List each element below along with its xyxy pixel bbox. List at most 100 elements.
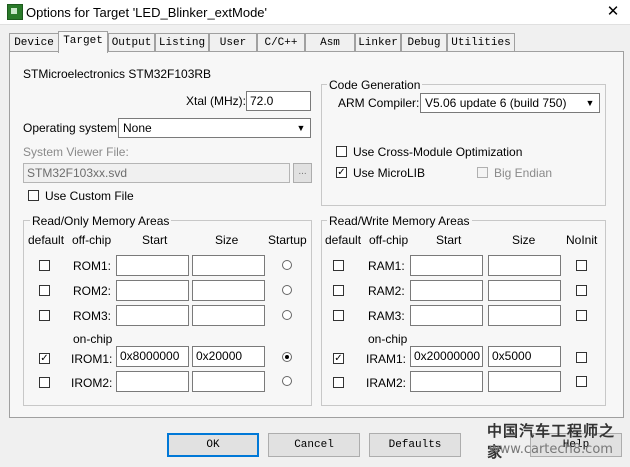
ram1-default-checkbox[interactable] — [333, 260, 344, 271]
rom2-label: ROM2: — [73, 284, 112, 298]
iram1-default-checkbox[interactable]: ✓ — [333, 353, 344, 364]
irom1-size-input[interactable]: 0x20000 — [192, 346, 265, 367]
rom3-startup-radio[interactable] — [282, 310, 292, 320]
rom-offchip-header: off-chip — [72, 233, 112, 247]
arm-compiler-select[interactable]: V5.06 update 6 (build 750) ▼ — [420, 93, 600, 113]
rom2-size-input[interactable] — [192, 280, 265, 301]
tab-listing[interactable]: Listing — [155, 33, 209, 52]
rom1-start-input[interactable] — [116, 255, 189, 276]
iram1-label: IRAM1: — [366, 352, 407, 366]
ram-size-header: Size — [512, 233, 536, 247]
irom2-startup-radio[interactable] — [282, 376, 292, 386]
xtal-label: Xtal (MHz): — [186, 94, 246, 108]
svd-browse-button[interactable]: ... — [293, 163, 312, 183]
ram-offchip-header: off-chip — [369, 233, 409, 247]
use-microlib-checkbox[interactable]: ✓ — [336, 167, 347, 178]
ram2-default-checkbox[interactable] — [333, 285, 344, 296]
rom3-default-checkbox[interactable] — [39, 310, 50, 321]
irom1-label: IROM1: — [71, 352, 113, 366]
device-name: STMicroelectronics STM32F103RB — [23, 67, 212, 81]
iram1-noinit-checkbox[interactable] — [576, 352, 587, 363]
os-select[interactable]: None ▼ — [118, 118, 311, 138]
ram1-start-input[interactable] — [410, 255, 483, 276]
ram-group-title: Read/Write Memory Areas — [327, 214, 472, 228]
irom2-size-input[interactable] — [192, 371, 265, 392]
rom2-startup-radio[interactable] — [282, 285, 292, 295]
tab-debug[interactable]: Debug — [401, 33, 447, 52]
tab-target[interactable]: Target — [58, 31, 108, 53]
rom-onchip-label: on-chip — [73, 332, 113, 346]
os-value: None — [123, 121, 152, 135]
rom3-size-input[interactable] — [192, 305, 265, 326]
ram3-size-input[interactable] — [488, 305, 561, 326]
window-title: Options for Target 'LED_Blinker_extMode' — [26, 5, 268, 20]
irom1-startup-radio[interactable] — [282, 352, 292, 362]
cross-module-checkbox[interactable] — [336, 146, 347, 157]
ram2-start-input[interactable] — [410, 280, 483, 301]
irom2-label: IROM2: — [71, 376, 113, 390]
ok-button[interactable]: OK — [167, 433, 259, 457]
ram2-label: RAM2: — [368, 284, 405, 298]
use-custom-file-label: Use Custom File — [45, 189, 134, 203]
irom2-default-checkbox[interactable] — [39, 377, 50, 388]
close-icon[interactable]: ✕ — [600, 1, 626, 23]
ram1-label: RAM1: — [368, 259, 405, 273]
ram3-start-input[interactable] — [410, 305, 483, 326]
rom-start-header: Start — [142, 233, 168, 247]
rom1-startup-radio[interactable] — [282, 260, 292, 270]
rom1-size-input[interactable] — [192, 255, 265, 276]
ram1-noinit-checkbox[interactable] — [576, 260, 587, 271]
irom2-start-input[interactable] — [116, 371, 189, 392]
ram-onchip-label: on-chip — [368, 332, 408, 346]
iram1-start-input[interactable]: 0x20000000 — [410, 346, 483, 367]
app-icon — [7, 4, 23, 20]
rom2-default-checkbox[interactable] — [39, 285, 50, 296]
iram1-size-input[interactable]: 0x5000 — [488, 346, 561, 367]
cross-module-label: Use Cross-Module Optimization — [353, 145, 523, 159]
tab-user[interactable]: User — [209, 33, 257, 52]
tab-linker[interactable]: Linker — [355, 33, 401, 52]
defaults-button[interactable]: Defaults — [369, 433, 461, 457]
rom-size-header: Size — [215, 233, 239, 247]
tab-device[interactable]: Device — [9, 33, 59, 52]
ram2-size-input[interactable] — [488, 280, 561, 301]
iram2-start-input[interactable] — [410, 371, 483, 392]
big-endian-label: Big Endian — [494, 166, 553, 180]
rom1-default-checkbox[interactable] — [39, 260, 50, 271]
ram3-default-checkbox[interactable] — [333, 310, 344, 321]
rom-startup-header: Startup — [268, 233, 307, 247]
rom3-start-input[interactable] — [116, 305, 189, 326]
chevron-down-icon: ▼ — [585, 98, 595, 108]
xtal-input[interactable]: 72.0 — [246, 91, 311, 111]
iram2-size-input[interactable] — [488, 371, 561, 392]
chevron-down-icon: ▼ — [296, 123, 306, 133]
iram2-default-checkbox[interactable] — [333, 377, 344, 388]
ram-noinit-header: NoInit — [566, 233, 598, 247]
use-microlib-label: Use MicroLIB — [353, 166, 426, 180]
irom1-default-checkbox[interactable]: ✓ — [39, 353, 50, 364]
cancel-button[interactable]: Cancel — [268, 433, 360, 457]
ram3-noinit-checkbox[interactable] — [576, 310, 587, 321]
rom2-start-input[interactable] — [116, 280, 189, 301]
rom3-label: ROM3: — [73, 309, 112, 323]
ram-default-header: default — [325, 233, 362, 247]
irom1-start-input[interactable]: 0x8000000 — [116, 346, 189, 367]
use-custom-file-checkbox[interactable] — [28, 190, 39, 201]
iram2-noinit-checkbox[interactable] — [576, 376, 587, 387]
tab-asm[interactable]: Asm — [305, 33, 355, 52]
svd-input[interactable]: STM32F103xx.svd — [23, 163, 290, 183]
rom-default-header: default — [28, 233, 65, 247]
svd-label: System Viewer File: — [23, 145, 129, 159]
ram3-label: RAM3: — [368, 309, 405, 323]
arm-compiler-value: V5.06 update 6 (build 750) — [425, 96, 567, 110]
ram-start-header: Start — [436, 233, 462, 247]
tab-output[interactable]: Output — [108, 33, 155, 52]
ram1-size-input[interactable] — [488, 255, 561, 276]
tab-c-cpp[interactable]: C/C++ — [257, 33, 305, 52]
ram2-noinit-checkbox[interactable] — [576, 285, 587, 296]
tab-utilities[interactable]: Utilities — [447, 33, 515, 52]
iram2-label: IRAM2: — [366, 376, 407, 390]
watermark-url: www.cartech8.com — [489, 442, 613, 457]
big-endian-checkbox[interactable] — [477, 167, 488, 178]
rom-group-title: Read/Only Memory Areas — [30, 214, 172, 228]
